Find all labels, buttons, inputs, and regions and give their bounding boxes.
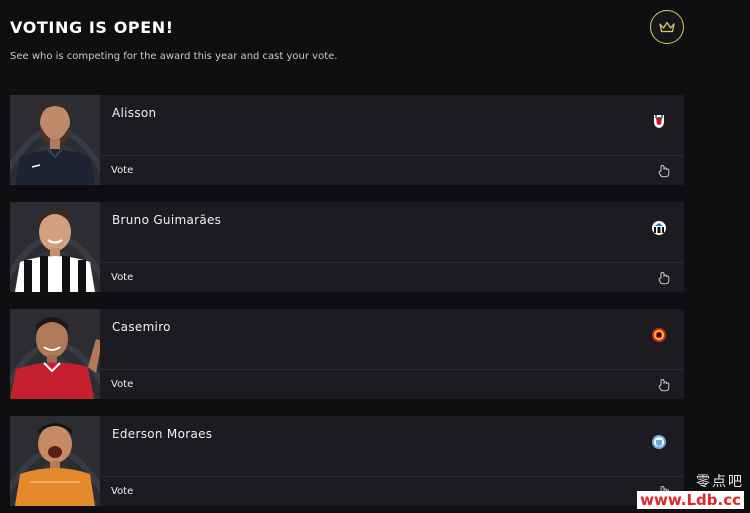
player-name: Alisson (112, 106, 157, 120)
crown-button[interactable] (650, 10, 684, 44)
vote-button[interactable]: Vote (100, 156, 684, 185)
hand-vote-icon (658, 164, 670, 178)
vote-label: Vote (111, 379, 134, 390)
watermark-top-text: 零点吧 (696, 474, 744, 490)
player-card-casemiro: Casemiro Vote (10, 309, 684, 399)
player-photo (10, 309, 100, 399)
hand-vote-icon (658, 378, 670, 392)
player-photo (10, 95, 100, 185)
player-photo (10, 416, 100, 506)
manchester-city-badge-icon (652, 435, 666, 449)
vote-button[interactable]: Vote (100, 263, 684, 292)
hand-vote-icon (658, 271, 670, 285)
vote-label: Vote (111, 486, 134, 497)
player-name: Ederson Moraes (112, 427, 213, 441)
player-name: Casemiro (112, 320, 171, 334)
player-card-alisson: Alisson Vote (10, 95, 684, 185)
site-watermark: 零点吧 www.Ldb.cc (637, 471, 744, 509)
voting-page: VOTING IS OPEN! See who is competing for… (0, 0, 750, 513)
vote-button[interactable]: Vote (100, 477, 684, 506)
page-subtitle: See who is competing for the award this … (10, 51, 338, 62)
player-card-bruno-guimaraes: Bruno Guimarães Vote (10, 202, 684, 292)
crown-icon (659, 21, 675, 33)
newcastle-badge-icon (652, 221, 666, 235)
player-name: Bruno Guimarães (112, 213, 222, 227)
page-title: VOTING IS OPEN! (10, 18, 174, 37)
player-card-ederson-moraes: Ederson Moraes Vote (10, 416, 684, 506)
watermark-url: www.Ldb.cc (637, 491, 744, 509)
vote-label: Vote (111, 165, 134, 176)
vote-button[interactable]: Vote (100, 370, 684, 399)
vote-label: Vote (111, 272, 134, 283)
liverpool-badge-icon (654, 115, 664, 128)
manchester-united-badge-icon (652, 328, 666, 342)
player-photo (10, 202, 100, 292)
